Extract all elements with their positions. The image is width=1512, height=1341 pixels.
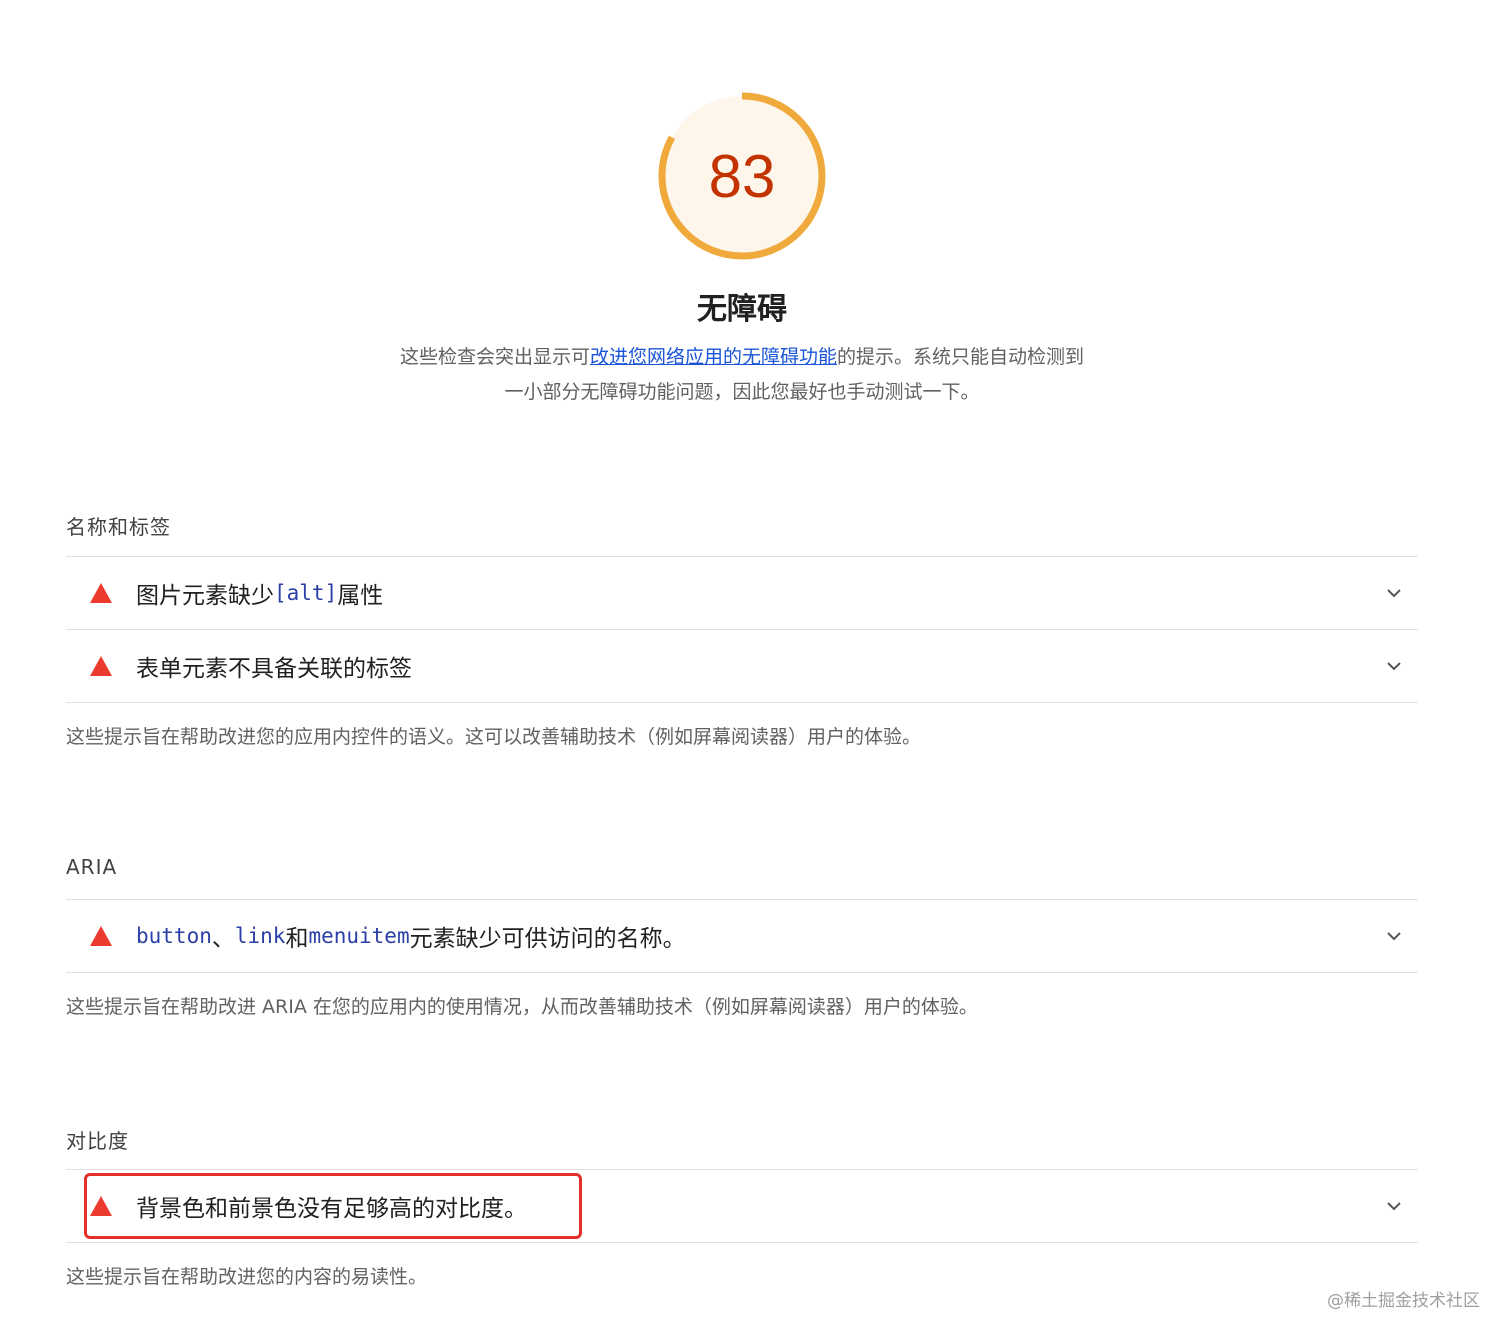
- chevron-down-icon[interactable]: [1384, 926, 1404, 946]
- divider: [66, 702, 1418, 703]
- chevron-down-icon[interactable]: [1384, 1196, 1404, 1216]
- audit-title-code: [alt]: [274, 581, 338, 605]
- audit-form-label[interactable]: 表单元素不具备关联的标签: [66, 630, 1418, 702]
- group-description: 这些提示旨在帮助改进您的应用内控件的语义。这可以改善辅助技术（例如屏幕阅读器）用…: [66, 726, 922, 748]
- category-learn-more-link[interactable]: 改进您网络应用的无障碍功能: [590, 346, 837, 368]
- audit-title-text: 、: [211, 926, 235, 952]
- score-gauge: 83: [656, 90, 828, 262]
- group-title-contrast: 对比度: [66, 1129, 129, 1153]
- divider: [66, 972, 1418, 973]
- group-description: 这些提示旨在帮助改进 ARIA 在您的应用内的使用情况，从而改善辅助技术（例如屏…: [66, 996, 978, 1018]
- audit-title-text: 和: [285, 926, 309, 952]
- audit-title-code: menuitem: [308, 924, 410, 948]
- group-title-names-labels: 名称和标签: [66, 515, 171, 539]
- red-triangle-icon: [90, 926, 112, 946]
- audit-title-code: button: [136, 924, 212, 948]
- audit-title-text: 属性: [337, 583, 384, 609]
- audit-title: 表单元素不具备关联的标签: [136, 630, 412, 702]
- audit-title-text: 表单元素不具备关联的标签: [136, 656, 412, 682]
- audit-title-text: 图片元素缺少: [136, 583, 274, 609]
- audit-title-text: 元素缺少可供访问的名称。: [409, 926, 686, 952]
- group-description: 这些提示旨在帮助改进您的内容的易读性。: [66, 1266, 428, 1288]
- red-triangle-icon: [90, 583, 112, 603]
- audit-title: 背景色和前景色没有足够高的对比度。: [136, 1170, 527, 1242]
- category-desc-before: 这些检查会突出显示可: [399, 346, 590, 368]
- red-triangle-icon: [90, 656, 112, 676]
- audit-color-contrast[interactable]: 背景色和前景色没有足够高的对比度。: [66, 1170, 1418, 1242]
- audit-title-code: link: [234, 924, 286, 948]
- score-value: 83: [708, 142, 776, 210]
- audit-aria-command-name[interactable]: button、 link 和 menuitem 元素缺少可供访问的名称。: [66, 900, 1418, 972]
- audit-title: button、 link 和 menuitem 元素缺少可供访问的名称。: [136, 900, 686, 972]
- audit-image-alt[interactable]: 图片元素缺少 [alt] 属性: [66, 557, 1418, 629]
- audit-title: 图片元素缺少 [alt] 属性: [136, 557, 383, 629]
- category-title: 无障碍: [697, 292, 787, 327]
- divider: [66, 1242, 1418, 1243]
- watermark: @稀土掘金技术社区: [1327, 1291, 1480, 1311]
- group-title-aria: ARIA: [66, 855, 118, 879]
- category-description: 这些检查会突出显示可改进您网络应用的无障碍功能的提示。系统只能自动检测到一小部分…: [392, 340, 1092, 410]
- chevron-down-icon[interactable]: [1384, 656, 1404, 676]
- red-triangle-icon: [90, 1196, 112, 1216]
- audit-title-text: 背景色和前景色没有足够高的对比度。: [136, 1196, 527, 1222]
- chevron-down-icon[interactable]: [1384, 583, 1404, 603]
